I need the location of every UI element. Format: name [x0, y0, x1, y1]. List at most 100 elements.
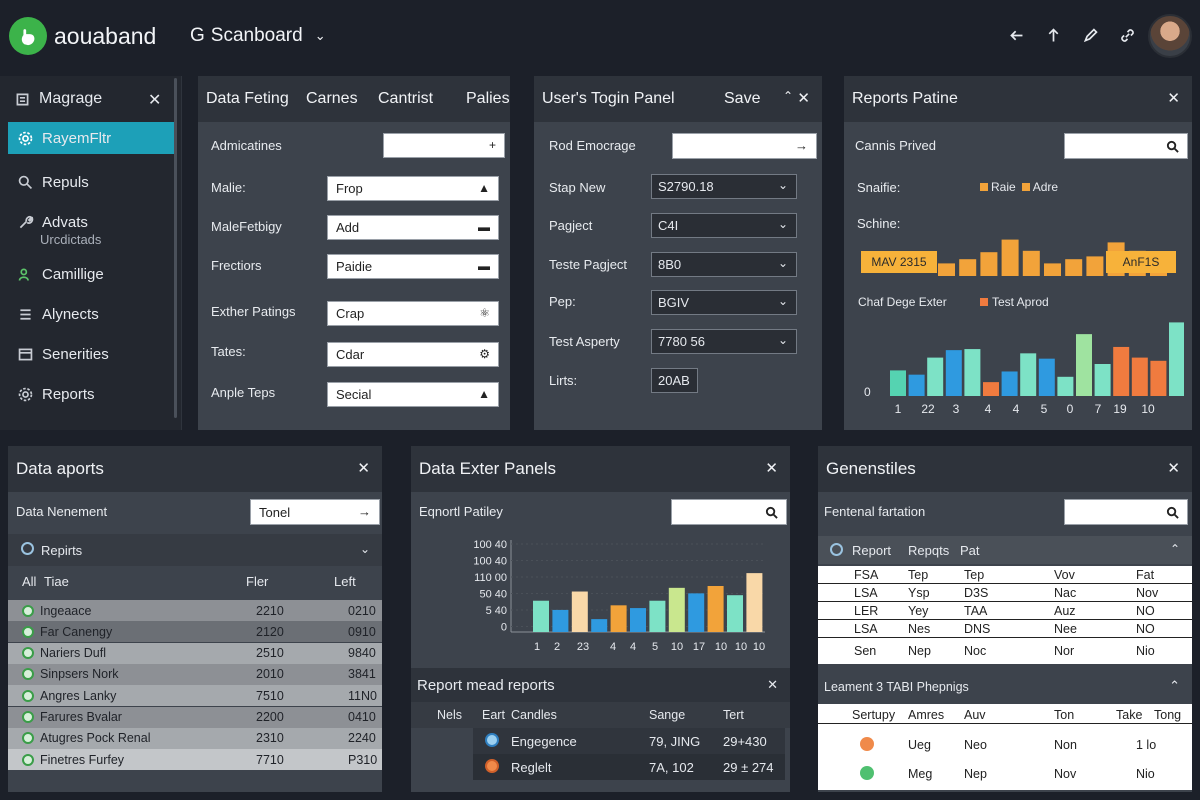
exther-patings-field[interactable]: Crap ⚛ — [327, 301, 499, 326]
bar[interactable] — [1001, 239, 1019, 276]
tab-data-feting[interactable]: Data Feting — [206, 90, 289, 108]
table-row[interactable]: Nariers Dufl 2510 9840 — [8, 642, 382, 664]
board-switcher[interactable]: G Scanboard ⌄ — [190, 25, 326, 47]
close-icon[interactable]: ✕ — [797, 89, 810, 107]
table-row[interactable]: Angres Lanky 7510 11N0 — [8, 685, 382, 707]
group-row[interactable]: Report Repqts Pat ⌃ — [818, 536, 1192, 564]
col-header[interactable]: Ton — [1054, 708, 1074, 722]
plus-icon[interactable]: + — [489, 138, 496, 152]
bar[interactable] — [938, 263, 955, 276]
bar[interactable] — [688, 593, 705, 632]
chevron-up-icon[interactable]: ⌃ — [783, 89, 793, 103]
col-header[interactable]: Take — [1116, 708, 1142, 722]
group-col[interactable]: Pat — [960, 543, 980, 558]
sidebar-item-repuls[interactable]: Repuls — [0, 162, 181, 202]
bar[interactable] — [1038, 358, 1055, 396]
table-row[interactable]: Ueg Neo Non 1 lo — [818, 732, 1192, 758]
table-row[interactable]: FSA Tep Tep Vov Fat — [818, 566, 1192, 584]
tab-palies[interactable]: Palies — [466, 90, 510, 108]
table-row[interactable]: Farures Bvalar 2200 0410 — [8, 706, 382, 728]
col-header[interactable]: Sange — [649, 708, 685, 722]
chevron-up-icon[interactable]: ⌃ — [1169, 678, 1180, 694]
bar[interactable] — [1001, 371, 1018, 396]
table-row[interactable]: Far Canengy 2120 0910 — [8, 621, 382, 643]
rod-emocrage-input[interactable]: → — [672, 133, 817, 159]
bar[interactable] — [890, 370, 906, 396]
save-button[interactable]: Save — [724, 90, 760, 108]
group-col[interactable]: Repqts — [908, 543, 949, 558]
group-row[interactable]: Repirts ⌄ — [8, 534, 382, 566]
pep-select[interactable]: BGIV ⌄ — [651, 290, 797, 315]
bar[interactable] — [668, 587, 685, 632]
arrow-right-icon[interactable]: → — [795, 138, 808, 153]
frectiors-field[interactable]: Paidie ▬ — [327, 254, 499, 279]
anple-teps-field[interactable]: Secial ▲ — [327, 382, 499, 407]
sidebar-item-rayemfltr[interactable]: RayemFltr — [8, 122, 174, 154]
cannis-search-input[interactable] — [1064, 133, 1188, 159]
col-header[interactable]: Tong — [1154, 708, 1181, 722]
sidebar-item-reports[interactable]: Reports — [0, 374, 181, 414]
bar[interactable] — [1076, 334, 1092, 396]
bar[interactable] — [1065, 259, 1083, 276]
arrow-right-icon[interactable]: → — [358, 504, 371, 519]
col-header[interactable]: All — [22, 574, 36, 589]
table-row[interactable]: Atugres Pock Renal 2310 2240 — [8, 727, 382, 749]
bar[interactable] — [1113, 346, 1130, 396]
bar[interactable] — [630, 608, 646, 632]
bar[interactable] — [1044, 263, 1061, 276]
sidebar-item-alynects[interactable]: Alynects — [0, 294, 181, 334]
pencil-icon[interactable] — [1081, 24, 1099, 46]
table-row[interactable]: Finetres Furfey 7710 P310 — [8, 749, 382, 771]
malie-field[interactable]: Frop ▲ — [327, 176, 499, 201]
col-header[interactable]: Left — [334, 574, 356, 589]
tonel-input[interactable]: Tonel → — [250, 499, 380, 525]
bar[interactable] — [1150, 360, 1167, 396]
app-logo[interactable] — [9, 17, 47, 55]
sidebar-item-advats[interactable]: Advats — [0, 202, 181, 242]
user-avatar[interactable] — [1148, 14, 1192, 58]
search-icon[interactable] — [1166, 140, 1179, 153]
table-row[interactable]: LER Yey TAA Auz NO — [818, 602, 1192, 620]
table-row[interactable]: LSA Ysp D3S Nac Nov — [818, 584, 1192, 602]
gener-search-input[interactable] — [1064, 499, 1188, 525]
col-header[interactable]: Tiae — [44, 574, 69, 589]
bar[interactable] — [571, 591, 588, 632]
close-icon[interactable]: ✕ — [767, 677, 778, 693]
bar[interactable] — [610, 605, 627, 632]
bar[interactable] — [908, 374, 925, 396]
table-row[interactable]: Sinpsers Nork 2010 3841 — [8, 663, 382, 685]
bar[interactable] — [746, 573, 763, 632]
bar[interactable] — [1057, 376, 1074, 396]
close-icon[interactable]: ✕ — [1167, 89, 1180, 107]
bar[interactable] — [533, 600, 549, 632]
col-header[interactable]: Auv — [964, 708, 986, 722]
bar[interactable] — [983, 382, 999, 396]
bar[interactable] — [1022, 250, 1040, 276]
bar[interactable] — [649, 600, 666, 632]
group-col[interactable]: Report — [852, 543, 891, 558]
table-row[interactable]: Engegence 79, JING 29+430 — [473, 728, 785, 754]
bar[interactable] — [727, 595, 743, 632]
admicatines-input[interactable]: + — [383, 133, 505, 158]
bar[interactable] — [945, 350, 962, 396]
close-icon[interactable]: ✕ — [1167, 459, 1180, 477]
close-icon[interactable]: ✕ — [357, 459, 370, 477]
sidebar-item-camillige[interactable]: Camillige — [0, 254, 181, 294]
bar[interactable] — [1020, 353, 1037, 396]
close-icon[interactable]: ✕ — [148, 90, 161, 110]
table-row[interactable]: Meg Nep Nov Nio — [818, 761, 1192, 787]
col-header[interactable]: Fler — [246, 574, 268, 589]
stap-new-select[interactable]: S2790.18 ⌄ — [651, 174, 797, 199]
bar[interactable] — [964, 349, 981, 396]
col-header[interactable]: Nels — [437, 708, 462, 722]
exter-search-input[interactable] — [671, 499, 787, 525]
col-header[interactable]: Sertupy — [852, 708, 895, 722]
table-row[interactable]: Ingeaace 2210 0210 — [8, 600, 382, 621]
bar[interactable] — [591, 619, 608, 632]
test-asperty-select[interactable]: 7780 56 ⌄ — [651, 329, 797, 354]
table-row[interactable]: LSA Nes DNS Nee NO — [818, 620, 1192, 638]
close-icon[interactable]: ✕ — [765, 459, 778, 477]
tates-field[interactable]: Cdar ⚙ — [327, 342, 499, 367]
bar[interactable] — [1094, 364, 1111, 396]
bar[interactable] — [552, 609, 569, 632]
